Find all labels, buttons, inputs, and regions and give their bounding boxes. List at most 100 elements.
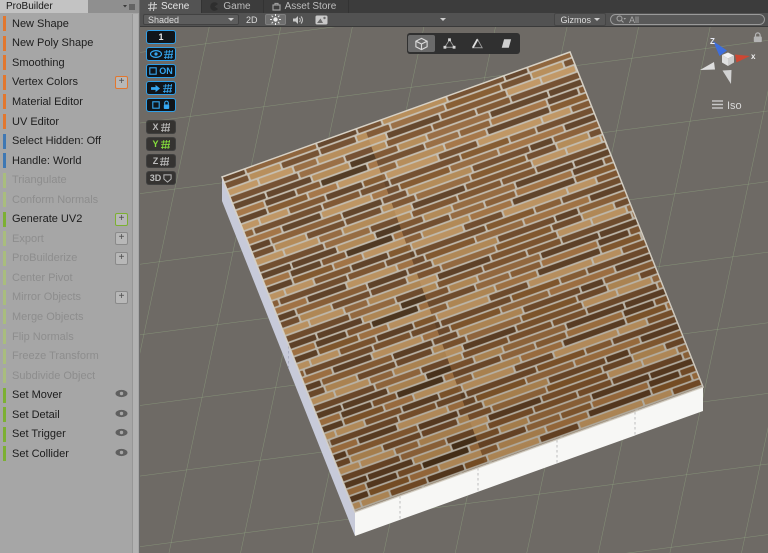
visibility-eye-icon[interactable] — [115, 448, 128, 460]
axis-z-label: Z — [710, 37, 715, 46]
scene-effects-toggle[interactable] — [311, 14, 332, 25]
progrids-snap-size-button[interactable]: 1 — [146, 30, 176, 44]
category-color-bar — [3, 387, 6, 403]
category-color-bar — [3, 446, 6, 462]
probuilder-item-smoothing[interactable]: Smoothing — [0, 53, 132, 73]
edge-mode-button[interactable] — [464, 35, 491, 52]
tab-scene[interactable]: Scene — [140, 0, 203, 13]
grid-icon — [160, 139, 170, 149]
tab-label: Scene — [161, 1, 190, 12]
effects-dropdown-chevron-icon[interactable] — [440, 18, 446, 21]
progrids-axis-y-button[interactable]: Y — [146, 137, 176, 151]
visibility-eye-icon[interactable] — [115, 389, 128, 401]
grid-icon — [160, 156, 170, 166]
probuilder-item-center-pivot: Center Pivot — [0, 268, 132, 288]
probuilder-item-material-editor[interactable]: Material Editor — [0, 92, 132, 112]
eye-icon — [149, 50, 162, 58]
category-color-bar — [3, 231, 6, 247]
category-color-bar — [3, 74, 6, 90]
probuilder-editmode-toolbar — [407, 33, 520, 54]
category-color-bar — [3, 16, 6, 32]
unity-editor-window: Z x Iso ProBuilder New Shape New Poly Sh… — [0, 0, 768, 553]
scene-viewport[interactable]: Z x Iso — [140, 27, 768, 553]
probuilder-item-vertex-colors[interactable]: Vertex Colors + — [0, 73, 132, 93]
scene-lighting-toggle[interactable] — [264, 14, 286, 25]
arrow-right-icon — [150, 84, 160, 92]
probuilder-item-label: Handle: World — [12, 154, 82, 167]
object-mode-button[interactable] — [408, 35, 435, 52]
options-plus-button[interactable]: + — [115, 232, 128, 246]
options-plus-button[interactable]: + — [115, 212, 128, 226]
probuilder-item-label: New Shape — [12, 17, 69, 30]
axis-y-label: Y — [152, 139, 159, 149]
checkbox-icon — [151, 101, 160, 109]
category-color-bar — [3, 192, 6, 208]
image-effects-icon — [315, 15, 328, 24]
gizmos-label: Gizmos — [560, 14, 591, 25]
visibility-eye-icon[interactable] — [115, 428, 128, 440]
probuilder-item-set-trigger[interactable]: Set Trigger — [0, 424, 132, 444]
progrids-grid-visibility-button[interactable] — [146, 47, 176, 61]
probuilder-item-set-collider[interactable]: Set Collider — [0, 444, 132, 464]
progrids-3d-grid-button[interactable]: 3D — [146, 171, 176, 185]
scene-search-field[interactable]: All — [610, 14, 765, 25]
probuilder-item-handle-world[interactable]: Handle: World — [0, 151, 132, 171]
probuilder-item-label: Set Detail — [12, 408, 60, 421]
panel-scrollbar[interactable] — [132, 14, 138, 553]
probuilder-item-set-mover[interactable]: Set Mover — [0, 385, 132, 405]
category-color-bar — [3, 114, 6, 129]
vertex-mode-button[interactable] — [436, 35, 463, 52]
category-color-bar — [3, 368, 6, 384]
category-color-bar — [3, 426, 6, 442]
probuilder-item-label: Generate UV2 — [12, 213, 83, 226]
shield-icon — [163, 173, 172, 183]
pane-menu-icon[interactable] — [123, 0, 139, 13]
progrids-angle-lock-button[interactable] — [146, 98, 176, 112]
options-plus-button[interactable]: + — [115, 75, 128, 89]
progrids-snap-enabled-button[interactable]: ON — [146, 64, 176, 78]
scene-view-toolbar: Shaded 2D Gizmos All — [140, 13, 768, 27]
category-color-bar — [3, 309, 6, 325]
snap-size-value: 1 — [158, 32, 164, 42]
snap-on-label: ON — [159, 66, 173, 76]
probuilder-item-merge-objects: Merge Objects — [0, 307, 132, 327]
visibility-eye-icon[interactable] — [115, 409, 128, 421]
progrids-axis-z-button[interactable]: Z — [146, 154, 176, 168]
probuilder-item-label: Triangulate — [12, 174, 67, 187]
progrids-push-to-grid-button[interactable] — [146, 81, 176, 95]
category-color-bar — [3, 55, 6, 71]
tab-asset-store[interactable]: Asset Store — [264, 0, 350, 13]
2d-toggle-button[interactable]: 2D — [242, 14, 262, 25]
options-plus-button[interactable]: + — [115, 251, 128, 265]
scene-audio-toggle[interactable] — [289, 14, 308, 25]
probuilder-item-label: New Poly Shape — [12, 37, 94, 50]
probuilder-item-label: ProBuilderize — [12, 252, 78, 265]
axis-z-label: Z — [152, 156, 159, 166]
view-tab-bar: Scene Game Asset Store — [140, 0, 768, 13]
probuilder-panel-tab[interactable]: ProBuilder — [0, 0, 88, 13]
category-color-bar — [3, 211, 6, 227]
progrids-axis-x-button[interactable]: X — [146, 120, 176, 134]
search-value: All — [629, 14, 640, 25]
probuilder-item-new-shape[interactable]: New Shape — [0, 14, 132, 34]
probuilder-item-subdivide-object: Subdivide Object — [0, 366, 132, 386]
probuilder-item-generate-uv2[interactable]: Generate UV2 + — [0, 209, 132, 229]
sun-icon — [269, 14, 281, 25]
category-color-bar — [3, 94, 6, 110]
probuilder-item-new-poly-shape[interactable]: New Poly Shape — [0, 34, 132, 54]
options-plus-button[interactable]: + — [115, 290, 128, 304]
draw-mode-dropdown[interactable]: Shaded — [143, 14, 239, 25]
grid-icon — [163, 49, 173, 59]
probuilder-item-uv-editor[interactable]: UV Editor — [0, 112, 132, 132]
probuilder-item-label: Set Trigger — [12, 428, 66, 441]
edge-select-icon — [471, 38, 483, 49]
progrids-toolbar: 1 ON X Y Z 3D — [146, 30, 176, 185]
category-color-bar — [3, 153, 6, 169]
category-color-bar — [3, 250, 6, 266]
probuilder-item-set-detail[interactable]: Set Detail — [0, 405, 132, 425]
category-color-bar — [3, 407, 6, 423]
tab-game[interactable]: Game — [202, 0, 264, 13]
face-mode-button[interactable] — [492, 35, 519, 52]
gizmos-dropdown[interactable]: Gizmos — [554, 13, 606, 26]
probuilder-item-select-hidden-off[interactable]: Select Hidden: Off — [0, 131, 132, 151]
